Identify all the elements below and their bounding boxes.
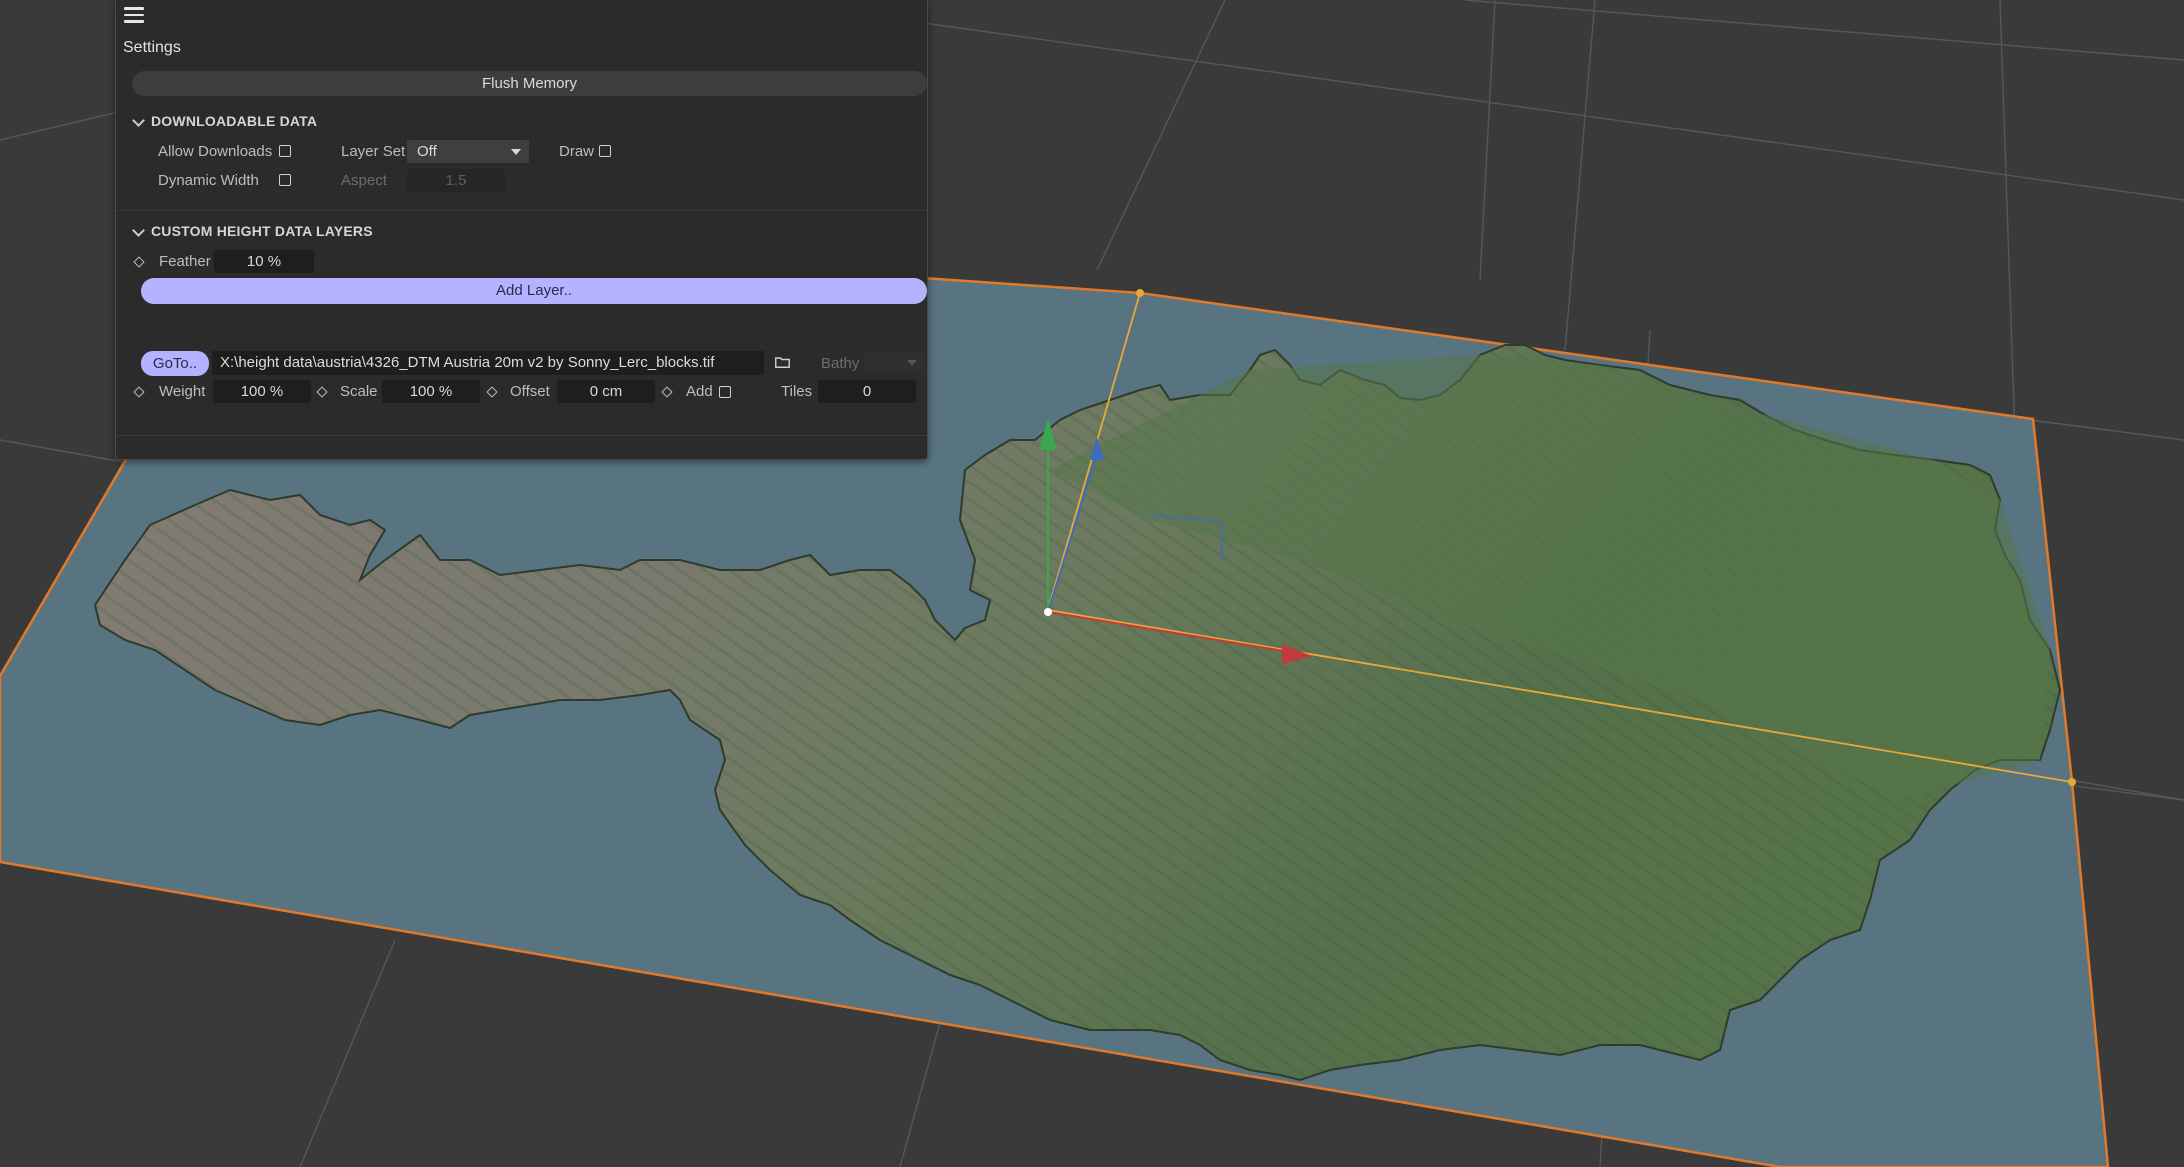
- folder-icon[interactable]: [775, 357, 790, 368]
- flush-memory-button[interactable]: Flush Memory: [132, 71, 927, 96]
- section-divider: [116, 435, 927, 436]
- layer-set-label: Layer Set: [341, 143, 406, 160]
- height-file-path-field[interactable]: X:\height data\austria\4326_DTM Austria …: [212, 351, 764, 375]
- layer-set-select[interactable]: Off: [407, 140, 529, 163]
- section-downloadable-data[interactable]: DOWNLOADABLE DATA: [132, 113, 317, 129]
- allow-downloads-checkbox[interactable]: [279, 145, 291, 157]
- panel-title: Settings: [123, 39, 181, 56]
- aspect-label: Aspect: [341, 172, 387, 189]
- hamburger-menu-icon[interactable]: [124, 7, 144, 23]
- add-layer-button[interactable]: Add Layer..: [141, 278, 927, 304]
- weight-keyframe-icon[interactable]: [133, 386, 145, 398]
- feather-keyframe-icon[interactable]: [133, 256, 145, 268]
- add-label: Add: [686, 383, 713, 400]
- weight-label: Weight: [159, 383, 206, 400]
- scale-label: Scale: [340, 383, 378, 400]
- feather-field[interactable]: 10 %: [214, 250, 314, 273]
- section-divider: [116, 210, 927, 211]
- section-heading-label: CUSTOM HEIGHT DATA LAYERS: [151, 223, 373, 239]
- scale-field[interactable]: 100 %: [382, 380, 480, 403]
- allow-downloads-label: Allow Downloads: [158, 143, 273, 160]
- tiles-field[interactable]: 0: [818, 380, 916, 403]
- section-custom-height-layers[interactable]: CUSTOM HEIGHT DATA LAYERS: [132, 223, 373, 239]
- offset-label: Offset: [510, 383, 550, 400]
- gizmo-origin: [1044, 608, 1052, 616]
- bathy-select: [865, 351, 925, 374]
- settings-panel: Settings Flush Memory DOWNLOADABLE DATA …: [115, 0, 928, 460]
- bathy-label: Bathy: [821, 355, 860, 372]
- draw-checkbox[interactable]: [599, 145, 611, 157]
- dynamic-width-checkbox[interactable]: [279, 174, 291, 186]
- dropdown-caret-icon: [907, 360, 917, 366]
- weight-field[interactable]: 100 %: [213, 380, 311, 403]
- tiles-label: Tiles: [781, 383, 813, 400]
- feather-label: Feather: [159, 253, 211, 270]
- scale-keyframe-icon[interactable]: [316, 386, 328, 398]
- chevron-down-icon: [132, 224, 145, 238]
- goto-button[interactable]: GoTo..: [141, 351, 209, 376]
- offset-field[interactable]: 0 cm: [557, 380, 655, 403]
- offset-keyframe-icon[interactable]: [486, 386, 498, 398]
- chevron-down-icon: [132, 114, 145, 128]
- add-keyframe-icon[interactable]: [661, 386, 673, 398]
- layer-set-value: Off: [417, 143, 437, 160]
- aspect-field: 1.5: [407, 169, 505, 192]
- add-checkbox[interactable]: [719, 386, 731, 398]
- section-heading-label: DOWNLOADABLE DATA: [151, 113, 318, 129]
- dropdown-caret-icon: [511, 149, 521, 155]
- dynamic-width-label: Dynamic Width: [158, 172, 259, 189]
- draw-label: Draw: [559, 143, 595, 160]
